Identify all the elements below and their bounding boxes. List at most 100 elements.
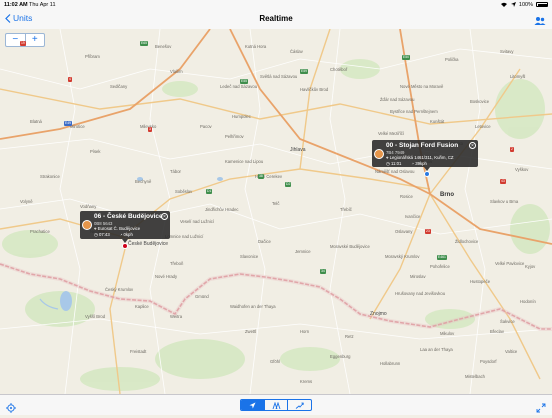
status-bar: 11:02 AM Thu Apr 11 100% xyxy=(0,0,552,9)
unit-time-text: 11:01 xyxy=(390,160,402,166)
place-label: Polička xyxy=(445,57,459,62)
zoom-in-button[interactable]: + xyxy=(26,34,45,46)
status-right: 100% xyxy=(500,2,548,8)
place-label: Příbram xyxy=(85,54,100,59)
place-label: Soběslav xyxy=(175,189,193,194)
place-label: Kaplice xyxy=(135,304,149,309)
segment-route[interactable] xyxy=(287,400,311,410)
place-label: Krems xyxy=(300,379,313,384)
unit-avatar xyxy=(82,220,92,230)
route-icon xyxy=(295,402,304,409)
status-date: Thu Apr 11 xyxy=(29,1,56,8)
place-label: Jemnice xyxy=(295,249,311,254)
battery-icon xyxy=(536,2,548,7)
place-label: Kutná Hora xyxy=(245,44,267,49)
place-label: Volyně xyxy=(20,199,33,204)
place-label: Gföhl xyxy=(270,359,281,364)
expand-button[interactable] xyxy=(536,400,546,418)
map-view[interactable]: − + Brno Jihlava České Budějovice Znojmo… xyxy=(0,29,552,394)
place-label: Vyšší Brod xyxy=(85,314,106,319)
unit-title: 06 - České Budějovice xyxy=(94,213,163,220)
place-label: Benešov xyxy=(155,44,172,49)
location-arrow-icon xyxy=(510,2,516,7)
place-label: Chotěboř xyxy=(330,67,348,72)
road-shield: 34 xyxy=(320,269,326,274)
unit-time-text: 07:43 xyxy=(98,231,110,237)
place-label: Břeclav xyxy=(490,329,504,334)
close-popup-button[interactable]: × xyxy=(161,213,168,220)
popup-pointer xyxy=(122,239,128,243)
place-label: Nové Město na Moravě xyxy=(400,84,444,89)
locate-button[interactable] xyxy=(6,400,16,418)
place-label: České Budějovice xyxy=(128,241,169,247)
unit-meta: ◷ 11:01 ◔ 39kph xyxy=(386,161,475,167)
locate-icon xyxy=(6,403,16,413)
road-shield: 43 xyxy=(500,179,506,184)
place-label: Mirotice xyxy=(70,124,85,129)
place-label: Oslavany xyxy=(395,229,413,234)
place-label: Náměšť nad Oslavou xyxy=(375,169,415,174)
place-label: Kyjov xyxy=(525,264,536,269)
wifi-icon xyxy=(500,2,507,7)
road-shield: 3 xyxy=(148,127,152,132)
place-label: Mistelbach xyxy=(465,374,486,379)
place-label: Světlá nad Sázavou xyxy=(260,74,298,79)
place-label: Znojmo xyxy=(370,311,387,317)
place-label: Freistadt xyxy=(130,349,147,354)
place-label: Hrušovany nad Jevišovkou xyxy=(395,291,446,296)
road-shield: 38 xyxy=(258,174,264,179)
unit-time: ◷ 07:43 xyxy=(94,231,110,237)
unit-time: ◷ 11:01 xyxy=(386,160,402,166)
place-label: Slavkov u Brna xyxy=(490,199,519,204)
place-label: Waidhofen an der Thaya xyxy=(230,304,276,309)
place-label: Boskovice xyxy=(470,99,490,104)
place-label: Písek xyxy=(90,149,101,154)
unit-speed-text: 0kph xyxy=(123,231,133,237)
navigation-bar: Units Realtime xyxy=(0,9,552,30)
place-label: Humpolec xyxy=(232,114,251,119)
place-label: Vlašim xyxy=(170,69,183,74)
place-label: Litomyšl xyxy=(510,74,526,79)
road-shield: 19 xyxy=(20,41,26,46)
unit-address-text: Eurosat Č. Budějovice xyxy=(97,226,141,231)
place-label: Strakonice xyxy=(40,174,60,179)
place-label: Havlíčkův Brod xyxy=(300,87,329,92)
unit-marker-budejovice[interactable] xyxy=(122,243,128,249)
unit-title: 00 - Stojan Ford Fusion xyxy=(386,142,459,149)
place-label: Hustopeče xyxy=(470,279,491,284)
place-label: Bystřice nad Pernštejnem xyxy=(390,109,438,114)
place-label: Pohořelice xyxy=(430,264,450,269)
place-label: Třeboň xyxy=(170,261,184,266)
unit-avatar xyxy=(374,149,384,159)
place-label: Slavonice xyxy=(240,254,259,259)
unit-meta: ◷ 07:43 ◔ 0kph xyxy=(94,232,167,238)
place-label: Pacov xyxy=(200,124,212,129)
road-shield: 4 xyxy=(68,77,72,82)
close-popup-button[interactable]: × xyxy=(469,142,476,149)
place-label: Letovice xyxy=(475,124,491,129)
place-label: Jihlava xyxy=(290,147,306,153)
unit-marker-kurim[interactable] xyxy=(424,171,430,177)
unit-popup-budejovice[interactable]: 06 - České Budějovice 0B8 5643 ⌖ Eurosat… xyxy=(80,211,170,239)
place-label: Veselí nad Lužnicí xyxy=(180,219,214,224)
road-shield: 2 xyxy=(510,147,514,152)
place-label: Vodňany xyxy=(80,204,97,209)
place-label: Brno xyxy=(440,192,454,198)
place-label: Weitra xyxy=(170,314,183,319)
unit-address-text: Legionářská 1461/311, Kuřim, CZ xyxy=(389,155,454,160)
unit-speed: ◔ 0kph xyxy=(119,231,133,237)
road-shield: 23 xyxy=(425,229,431,234)
place-label: Ivančice xyxy=(405,214,421,219)
place-label: Židlochovice xyxy=(455,239,479,244)
group-icon xyxy=(272,401,280,409)
segment-group[interactable] xyxy=(263,400,288,410)
segment-navigation[interactable] xyxy=(241,400,264,410)
place-label: Český Krumlov xyxy=(105,287,134,292)
place-label: Miroslav xyxy=(410,274,426,279)
unit-popup-kurim[interactable]: 00 - Stojan Ford Fusion 7B4 7949 ⌖ Legio… xyxy=(372,140,478,167)
place-label: Kunštát xyxy=(430,119,445,124)
place-label: Pelhřimov xyxy=(225,134,244,139)
place-label: Moravské Budějovice xyxy=(330,244,370,249)
place-label: Velké Pavlovice xyxy=(495,261,525,266)
place-label: Bechyně xyxy=(135,179,152,184)
